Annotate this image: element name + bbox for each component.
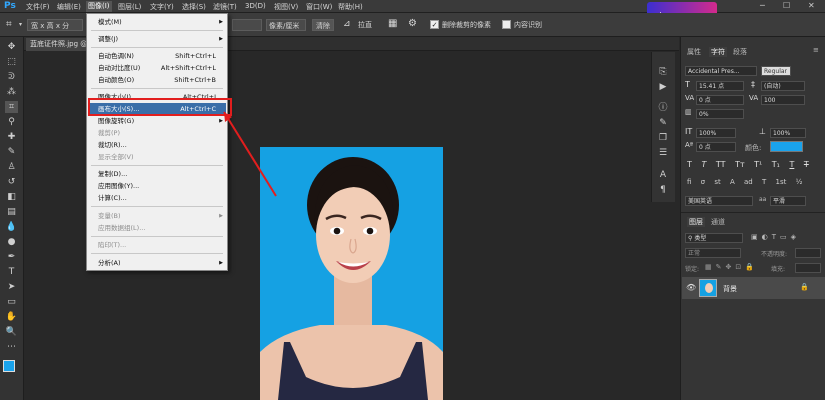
annotation-arrow — [223, 111, 277, 197]
